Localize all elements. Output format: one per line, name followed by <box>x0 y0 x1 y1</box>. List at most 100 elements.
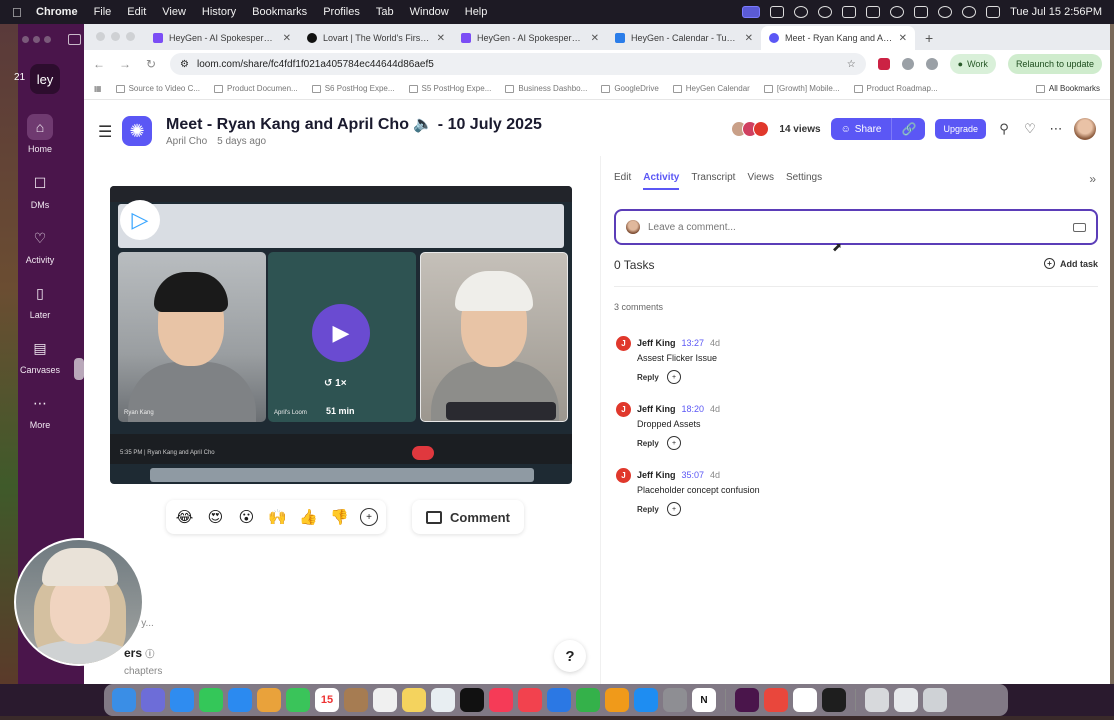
bookmark-item[interactable]: S6 PostHog Expe... <box>311 84 395 93</box>
back-icon[interactable]: ← <box>92 57 106 71</box>
bookmark-item[interactable]: [Growth] Mobile... <box>763 84 840 93</box>
pages-icon[interactable] <box>605 688 629 712</box>
close-icon[interactable]: ✕ <box>591 33 599 44</box>
menu-icon[interactable]: ☰ <box>98 122 112 142</box>
figma-icon[interactable] <box>822 688 846 712</box>
music-icon[interactable] <box>489 688 513 712</box>
tray-app-icon[interactable] <box>794 6 809 18</box>
tray-app-icon[interactable] <box>818 6 833 18</box>
bookmark-item[interactable]: Business Dashbo... <box>505 84 587 93</box>
freeform-icon[interactable] <box>431 688 455 712</box>
avatar[interactable]: J <box>616 336 631 351</box>
comment-author[interactable]: Jeff King <box>637 470 676 480</box>
chatgpt-icon[interactable] <box>793 688 817 712</box>
add-reaction-icon[interactable]: + <box>667 502 681 516</box>
user-avatar[interactable] <box>1074 118 1096 140</box>
avatar[interactable]: J <box>616 468 631 483</box>
new-tab-icon[interactable]: + <box>925 30 933 46</box>
browser-tab[interactable]: HeyGen - Calendar - Tuesda ✕ <box>607 26 761 50</box>
relaunch-button[interactable]: Relaunch to update <box>1007 54 1102 74</box>
browser-tab[interactable]: HeyGen - AI Spokesperson V ✕ <box>453 26 607 50</box>
slack-nav-home[interactable]: ⌂ Home <box>18 114 62 154</box>
browser-tab-active[interactable]: Meet - Ryan Kang and April C ✕ <box>761 26 915 50</box>
battery-icon[interactable] <box>914 6 929 18</box>
close-icon[interactable]: ✕ <box>745 33 753 44</box>
comment-input[interactable]: Leave a comment... <box>614 209 1098 245</box>
forward-icon[interactable]: → <box>118 57 132 71</box>
slack-icon[interactable] <box>735 688 759 712</box>
reaction-wow[interactable]: 😮 <box>236 508 257 526</box>
tab-edit[interactable]: Edit <box>614 172 631 190</box>
close-icon[interactable]: ✕ <box>899 33 907 44</box>
view-count[interactable]: 14 views <box>779 124 820 135</box>
collapse-panel-icon[interactable]: » <box>1089 172 1096 186</box>
slack-nav-activity[interactable]: ♡ Activity <box>18 225 62 266</box>
video-title[interactable]: Meet - Ryan Kang and April Cho 🔈 - 10 Ju… <box>166 114 542 134</box>
upgrade-button[interactable]: Upgrade <box>935 119 986 139</box>
tray-app-icon[interactable] <box>890 6 905 18</box>
system-settings-icon[interactable] <box>663 688 687 712</box>
notes-icon[interactable] <box>402 688 426 712</box>
slack-nav-dms[interactable]: ☐ DMs <box>18 170 62 211</box>
keynote-icon[interactable] <box>547 688 571 712</box>
apps-grid-icon[interactable]: ▦ <box>94 84 102 93</box>
bookmark-item[interactable]: Product Documen... <box>214 84 298 93</box>
close-icon[interactable]: ✕ <box>283 33 291 44</box>
notion-tray-icon[interactable] <box>866 6 881 18</box>
tab-activity[interactable]: Activity <box>643 172 680 190</box>
site-info-icon[interactable]: ⚙ <box>180 59 189 70</box>
sidebar-icon[interactable] <box>925 58 938 70</box>
webcam-bubble[interactable] <box>14 538 144 666</box>
chrome-icon[interactable] <box>764 688 788 712</box>
reply-button[interactable]: Reply <box>637 505 659 514</box>
control-center-icon[interactable] <box>986 6 1001 18</box>
bookmark-item[interactable]: HeyGen Calendar <box>672 84 750 93</box>
bookmark-item[interactable]: S5 PostHog Expe... <box>408 84 491 93</box>
launchpad-icon[interactable] <box>141 688 165 712</box>
wifi-icon[interactable] <box>938 6 953 18</box>
comment-timestamp[interactable]: 18:20 <box>682 404 705 414</box>
extension-icon[interactable] <box>877 58 890 70</box>
profile-chip[interactable]: ● Work <box>949 54 996 74</box>
numbers-icon[interactable] <box>576 688 600 712</box>
extensions-puzzle-icon[interactable] <box>901 58 914 70</box>
calendar-icon[interactable]: 15 <box>315 688 339 712</box>
help-button[interactable]: ? <box>554 640 586 672</box>
bookmark-item[interactable]: Product Roadmap... <box>853 84 938 93</box>
slack-nav-more[interactable]: ⋯ More <box>18 390 62 431</box>
author-name[interactable]: April Cho <box>166 136 207 147</box>
clock[interactable]: Tue Jul 15 2:56PM <box>1010 6 1102 18</box>
menu-file[interactable]: File <box>94 6 112 18</box>
add-task-button[interactable]: + Add task <box>1043 258 1098 269</box>
finder-icon[interactable] <box>112 688 136 712</box>
tray-app-icon[interactable] <box>770 6 785 18</box>
bookmark-item[interactable]: GoogleDrive <box>601 84 659 93</box>
downloads-icon[interactable] <box>865 688 889 712</box>
more-options-icon[interactable]: ⋯ <box>1048 121 1064 137</box>
news-icon[interactable] <box>518 688 542 712</box>
menu-tab[interactable]: Tab <box>376 6 394 18</box>
resize-handle[interactable] <box>74 358 84 380</box>
add-reaction-icon[interactable]: + <box>667 370 681 384</box>
add-reaction-icon[interactable]: + <box>667 436 681 450</box>
viewer-avatars[interactable] <box>731 121 770 137</box>
comment-timestamp[interactable]: 13:27 <box>682 338 705 348</box>
all-bookmarks[interactable]: All Bookmarks <box>1035 84 1100 93</box>
safari-icon[interactable] <box>170 688 194 712</box>
loom-logo-icon[interactable]: ✺ <box>122 116 152 146</box>
play-button[interactable]: ▶ <box>312 304 370 362</box>
comment-timestamp[interactable]: 35:07 <box>682 470 705 480</box>
playback-speed[interactable]: ↺ 1× <box>324 378 347 389</box>
documents-icon[interactable] <box>894 688 918 712</box>
address-bar[interactable]: ⚙ loom.com/share/fc4fdf1f021a405784ec446… <box>170 53 866 75</box>
apple-icon[interactable]:  <box>12 5 26 20</box>
photos-icon[interactable] <box>257 688 281 712</box>
menu-history[interactable]: History <box>202 6 236 18</box>
facetime-icon[interactable] <box>286 688 310 712</box>
info-icon[interactable]: ⓘ <box>145 649 154 659</box>
menu-profiles[interactable]: Profiles <box>323 6 360 18</box>
chapters-text[interactable]: chapters <box>124 666 162 677</box>
bookmark-item[interactable]: Source to Video C... <box>115 84 200 93</box>
search-icon[interactable] <box>962 6 977 18</box>
workspace-switcher[interactable]: ley <box>30 64 60 94</box>
